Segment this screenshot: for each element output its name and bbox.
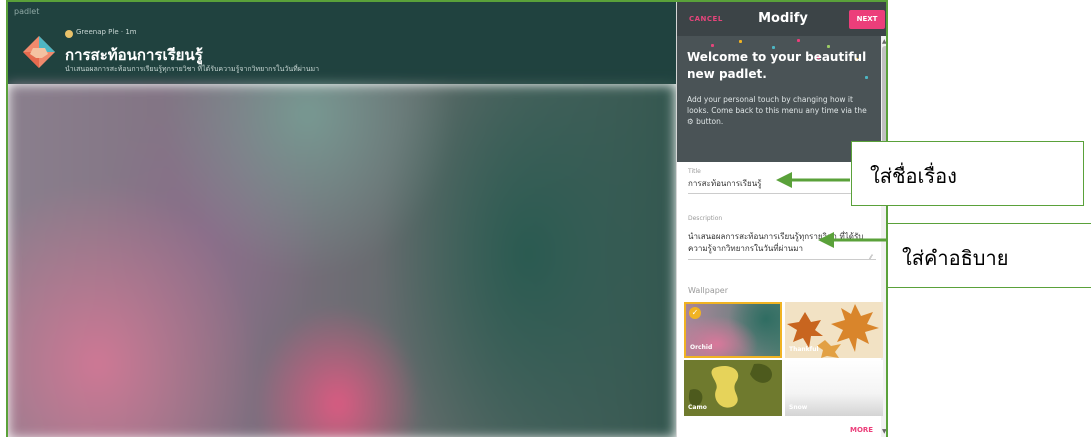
annotation-arrows xyxy=(776,172,886,248)
description-callout-box: ใส่คำอธิบาย xyxy=(887,223,1091,288)
description-callout-text: ใส่คำอธิบาย xyxy=(902,246,1009,270)
arrow-left-icon xyxy=(818,232,834,248)
title-callout-text: ใส่ชื่อเรื่อง xyxy=(870,164,957,188)
title-callout-box: ใส่ชื่อเรื่อง xyxy=(851,141,1084,206)
arrow-left-icon xyxy=(776,172,792,188)
